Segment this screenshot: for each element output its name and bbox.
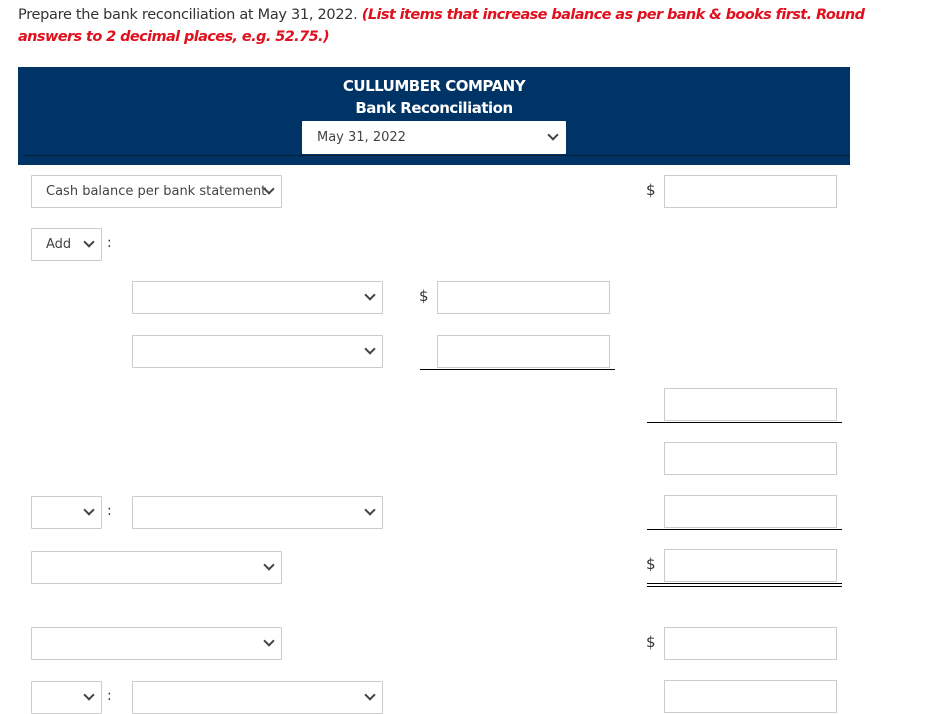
date-select[interactable]: May 31, 2022	[302, 121, 566, 154]
colon-label: :	[107, 235, 112, 251]
bank-deduct-amount-input[interactable]	[664, 495, 837, 528]
bank-add-item-select-2[interactable]	[132, 335, 383, 368]
chevron-down-icon	[364, 343, 376, 355]
bank-balance-select[interactable]: Cash balance per bank statement	[31, 175, 282, 208]
dollar-sign: $	[646, 181, 656, 199]
subtotal-underline	[647, 422, 842, 423]
colon-label: :	[107, 688, 112, 704]
bank-deduct-item-select[interactable]	[132, 496, 383, 529]
colon-label: :	[107, 503, 112, 519]
add-deduct-select-1[interactable]: Add	[31, 228, 102, 261]
dollar-sign: $	[419, 287, 429, 305]
subtotal-underline	[420, 369, 615, 370]
chevron-down-icon	[263, 635, 275, 647]
bank-balance-select-value: Cash balance per bank statement	[46, 184, 267, 199]
double-underline-top	[647, 583, 842, 584]
bank-add-total-input[interactable]	[664, 388, 837, 421]
chevron-down-icon	[547, 129, 559, 141]
date-select-value: May 31, 2022	[317, 130, 406, 145]
bank-balance-amount-input[interactable]	[664, 175, 837, 208]
book-balance-amount-input[interactable]	[664, 627, 837, 660]
company-name: CULLUMBER COMPANY	[342, 77, 526, 95]
add-deduct-select-1-value: Add	[46, 237, 72, 252]
adjusted-bank-balance-input[interactable]	[664, 549, 837, 582]
chevron-down-icon	[83, 504, 95, 516]
bank-add-item-amount-input-2[interactable]	[437, 335, 610, 368]
book-adjust-item-select[interactable]	[132, 681, 383, 714]
statement-title: Bank Reconciliation	[355, 99, 513, 117]
chevron-down-icon	[263, 559, 275, 571]
instructions: Prepare the bank reconciliation at May 3…	[18, 4, 898, 48]
book-adjust-amount-input[interactable]	[664, 680, 837, 713]
bank-add-item-amount-input-1[interactable]	[437, 281, 610, 314]
adjusted-bank-balance-select[interactable]	[31, 551, 282, 584]
chevron-down-icon	[83, 689, 95, 701]
double-underline-bottom	[647, 586, 842, 587]
bank-add-item-select-1[interactable]	[132, 281, 383, 314]
chevron-down-icon	[364, 289, 376, 301]
chevron-down-icon	[364, 504, 376, 516]
add-deduct-select-2[interactable]	[31, 496, 102, 529]
chevron-down-icon	[364, 689, 376, 701]
header-divider	[23, 155, 850, 156]
bank-subtotal-input[interactable]	[664, 442, 837, 475]
add-deduct-select-3[interactable]	[31, 681, 102, 714]
chevron-down-icon	[83, 236, 95, 248]
instructions-text: Prepare the bank reconciliation at May 3…	[18, 7, 358, 23]
dollar-sign: $	[646, 633, 656, 651]
subtotal-underline	[647, 529, 842, 530]
book-balance-select[interactable]	[31, 627, 282, 660]
dollar-sign: $	[646, 555, 656, 573]
